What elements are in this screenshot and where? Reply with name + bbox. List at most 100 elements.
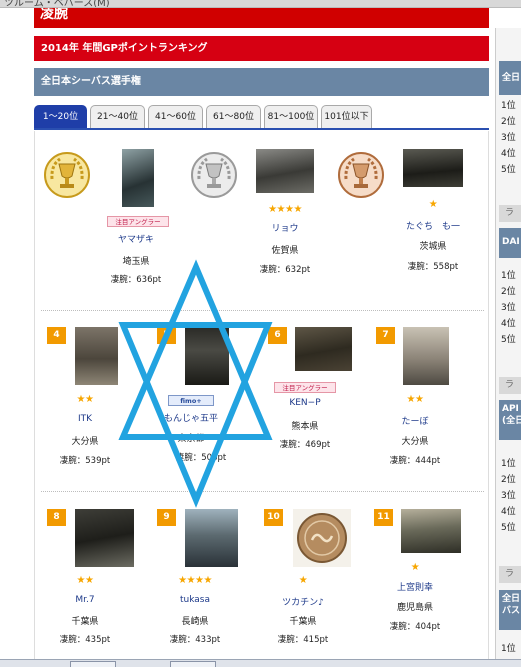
- right-sidebar: 全日 1位 2位 3位 4位 5位 ラ DAI 1位 2位 3位 4位 5位 ラ…: [495, 28, 521, 667]
- tab-1-20[interactable]: 1〜20位: [34, 105, 87, 128]
- sidebar-rank-item[interactable]: 3位: [501, 300, 516, 313]
- star-rating: ★: [428, 199, 438, 210]
- sidebar-more-link[interactable]: ラ: [499, 566, 521, 583]
- angler-points: 凄腕：508pt: [175, 453, 227, 463]
- sidebar-rank-item[interactable]: 2位: [501, 472, 516, 485]
- star-rating: ★: [298, 575, 308, 586]
- sidebar-heading: 全日: [499, 61, 521, 95]
- angler-points: 凄腕：444pt: [389, 456, 441, 466]
- sidebar-rank-item[interactable]: 1位: [501, 98, 516, 111]
- angler-prefecture: 佐賀県: [271, 246, 299, 256]
- angler-prefecture: 熊本県: [291, 422, 319, 432]
- fimo-plus-tag: fimo+: [168, 395, 214, 406]
- star-rating: ★★: [76, 394, 94, 405]
- angler-prefecture: 鹿児島県: [396, 603, 433, 613]
- silver-trophy-icon: [191, 152, 237, 198]
- angler-prefecture: 東京都: [177, 434, 205, 444]
- star-rating: ★★: [76, 575, 94, 586]
- sidebar-more-link[interactable]: ラ: [499, 377, 521, 394]
- sidebar-rank-item[interactable]: 5位: [501, 520, 516, 533]
- sidebar-rank-item[interactable]: 1位: [501, 268, 516, 281]
- angler-name-link[interactable]: tukasa: [139, 595, 251, 605]
- tab-101-below[interactable]: 101位以下: [321, 105, 372, 128]
- angler-name-link[interactable]: リョウ: [229, 221, 341, 234]
- sidebar-rank-item[interactable]: 4位: [501, 504, 516, 517]
- angler-name-link[interactable]: Mr.7: [29, 595, 141, 605]
- sidebar-rank-item[interactable]: 1位: [501, 456, 516, 469]
- sidebar-heading-line: API: [502, 404, 519, 414]
- window-title-strip: ツルーム・ベバース(M): [0, 0, 521, 8]
- rank-badge: 11: [374, 509, 393, 526]
- angler-name-link[interactable]: たーぼ: [359, 414, 471, 427]
- angler-photo[interactable]: [75, 509, 134, 567]
- tab-41-60[interactable]: 41〜60位: [148, 105, 203, 128]
- featured-angler-tag: 注目アングラー: [107, 216, 169, 227]
- sidebar-rank-item[interactable]: 1位: [501, 641, 516, 654]
- bronze-trophy-icon: [338, 152, 384, 198]
- sidebar-rank-item[interactable]: 5位: [501, 162, 516, 175]
- rank-badge: 6: [268, 327, 287, 344]
- sidebar-rank-item[interactable]: 3位: [501, 130, 516, 143]
- angler-prefecture: 埼玉県: [122, 257, 150, 267]
- sidebar-heading-line: バス: [502, 606, 521, 616]
- sidebar-heading: 全日 バス: [499, 590, 521, 630]
- angler-photo[interactable]: [122, 149, 154, 207]
- angler-points: 凄腕：433pt: [169, 635, 221, 645]
- angler-prefecture: 大分県: [71, 437, 99, 447]
- angler-photo[interactable]: [403, 327, 449, 385]
- angler-photo[interactable]: [185, 327, 229, 385]
- page-title: 凌腕: [34, 8, 489, 28]
- sidebar-heading-line: (全日: [502, 416, 521, 426]
- angler-points: 凄腕：415pt: [277, 635, 329, 645]
- category-title: 全日本シーバス選手権: [34, 68, 489, 96]
- angler-points: 凄腕：539pt: [59, 456, 111, 466]
- angler-name-link[interactable]: たぐち も一: [377, 219, 489, 232]
- rank-badge: 4: [47, 327, 66, 344]
- sidebar-more-link[interactable]: ラ: [499, 205, 521, 222]
- angler-photo[interactable]: [256, 149, 314, 193]
- taskbar-button[interactable]: [170, 661, 216, 667]
- angler-photo[interactable]: [185, 509, 238, 567]
- tab-61-80[interactable]: 61〜80位: [206, 105, 261, 128]
- sidebar-rank-item[interactable]: 4位: [501, 146, 516, 159]
- row-divider: [41, 310, 484, 311]
- angler-photo[interactable]: [401, 509, 461, 553]
- row-divider: [41, 491, 484, 492]
- angler-name-link[interactable]: もんじゃ五平: [135, 411, 247, 424]
- angler-prefecture: 茨城県: [419, 242, 447, 252]
- rank-badge: 9: [157, 509, 176, 526]
- angler-name-link[interactable]: KEN−P: [249, 398, 361, 408]
- sidebar-rank-item[interactable]: 3位: [501, 488, 516, 501]
- rank-badge: 8: [47, 509, 66, 526]
- sidebar-rank-item[interactable]: 2位: [501, 284, 516, 297]
- angler-name-link[interactable]: 上宮則幸: [359, 580, 471, 593]
- star-rating: ★★★★: [178, 575, 212, 586]
- sidebar-heading: API (全日: [499, 400, 521, 440]
- angler-name-link[interactable]: ヤマザキ: [80, 232, 192, 245]
- sidebar-rank-item[interactable]: 5位: [501, 332, 516, 345]
- tab-21-40[interactable]: 21〜40位: [90, 105, 145, 128]
- rank-badge: 5: [157, 327, 176, 344]
- angler-points: 凄腕：558pt: [407, 262, 459, 272]
- sidebar-rank-item[interactable]: 2位: [501, 114, 516, 127]
- angler-name-link[interactable]: ツカチン♪: [247, 595, 359, 608]
- angler-photo[interactable]: [403, 149, 463, 187]
- angler-photo[interactable]: [295, 327, 352, 371]
- gold-trophy-icon: [44, 152, 90, 198]
- section-title: 2014年 年間GPポイントランキング: [34, 36, 489, 61]
- sidebar-rank-item[interactable]: 4位: [501, 316, 516, 329]
- rank-badge: 7: [376, 327, 395, 344]
- angler-prefecture: 千葉県: [289, 617, 317, 627]
- sidebar-heading-line: 全日: [502, 594, 521, 604]
- angler-photo[interactable]: [293, 509, 351, 567]
- angler-prefecture: 千葉県: [71, 617, 99, 627]
- angler-points: 凄腕：435pt: [59, 635, 111, 645]
- angler-name-link[interactable]: ITK: [29, 414, 141, 424]
- featured-angler-tag: 注目アングラー: [274, 382, 336, 393]
- angler-points: 凄腕：632pt: [259, 265, 311, 275]
- os-taskbar: [0, 659, 521, 667]
- sidebar-heading: DAI: [499, 228, 521, 258]
- taskbar-button[interactable]: [70, 661, 116, 667]
- tab-81-100[interactable]: 81〜100位: [264, 105, 318, 128]
- angler-photo[interactable]: [75, 327, 118, 385]
